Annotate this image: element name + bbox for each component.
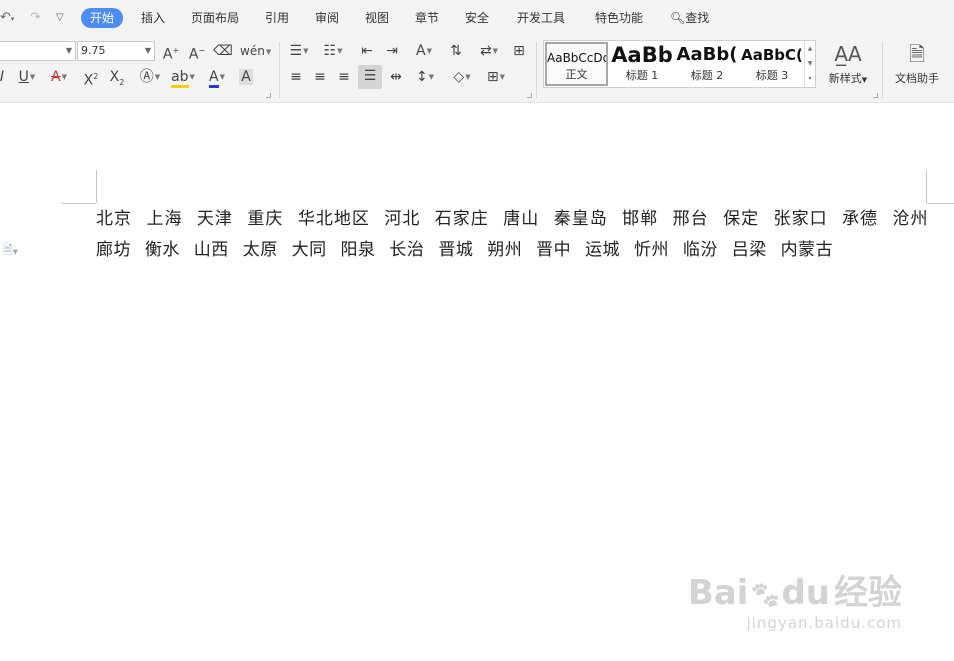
italic-icon[interactable]: I: [0, 66, 8, 88]
highlight-color-icon[interactable]: ab▼: [168, 66, 198, 88]
search-icon: 🔍︎: [670, 11, 686, 25]
redo-icon[interactable]: ↷: [30, 8, 41, 28]
tab-developer-tools[interactable]: 开发工具: [517, 9, 565, 27]
style-heading-3[interactable]: AaBbC( 标题 3: [740, 42, 804, 86]
tab-insert[interactable]: 插入: [141, 9, 165, 27]
align-center-icon[interactable]: ≡: [309, 66, 331, 88]
document-assistant-icon: 🗎: [908, 42, 926, 66]
tab-chapter[interactable]: 章节: [415, 9, 439, 27]
align-right-icon[interactable]: ≡: [333, 66, 355, 88]
bullet-list-icon[interactable]: ☰▼: [285, 40, 313, 62]
sort-icon[interactable]: ⇅: [445, 40, 467, 62]
style-heading-1[interactable]: AaBb 标题 1: [610, 42, 674, 86]
chevron-down-icon: ▼: [65, 46, 72, 55]
font-name-select[interactable]: ▼: [0, 41, 76, 61]
menu-bar: ↶▾ ↷ ▽ 开始 插入 页面布局 引用 审阅 视图 章节 安全 开发工具 特色…: [0, 0, 954, 36]
underline-icon[interactable]: U▼: [14, 66, 40, 88]
clear-format-icon[interactable]: ⌫: [212, 40, 234, 62]
gallery-scrollbar[interactable]: ▲ ▼ ▾: [804, 41, 815, 87]
distributed-align-icon[interactable]: ⇹: [385, 66, 407, 88]
paragraph-handle-icon[interactable]: 🗎▼: [3, 241, 18, 262]
strikethrough-icon[interactable]: A▼: [46, 66, 72, 88]
decrease-indent-icon[interactable]: ⇤: [356, 40, 378, 62]
watermark-brand: Bai: [687, 573, 749, 613]
borders-icon[interactable]: ⊞▼: [481, 66, 511, 88]
text-effect-icon[interactable]: Ⓐ▼: [136, 66, 164, 88]
show-hide-marks-icon[interactable]: ⇄▼: [474, 40, 504, 62]
align-left-icon[interactable]: ≡: [285, 66, 307, 88]
document-assistant-button[interactable]: 🗎 文档助手: [888, 42, 946, 86]
search-button[interactable]: 🔍︎查找: [670, 9, 709, 27]
paw-icon: 🐾︎: [748, 581, 782, 611]
subscript-icon[interactable]: X2: [106, 66, 128, 88]
search-label: 查找: [685, 11, 710, 25]
document-body-text[interactable]: 北京 上海 天津 重庆 华北地区 河北 石家庄 唐山 秦皇岛 邯郸 邢台 保定 …: [96, 204, 928, 266]
watermark-url: jingyan.baidu.com: [746, 614, 902, 632]
character-shading-icon[interactable]: A: [236, 66, 256, 88]
divider: [279, 42, 280, 98]
shrink-font-icon[interactable]: A−: [186, 40, 208, 63]
font-size-select[interactable]: 9.75 ▼: [77, 41, 155, 61]
style-normal[interactable]: AaBbCcDd 正文: [545, 42, 608, 86]
divider: [882, 42, 883, 98]
font-size-value: 9.75: [81, 44, 106, 57]
paragraph-shading-icon[interactable]: ◇▼: [447, 66, 477, 88]
undo-icon[interactable]: ↶▾: [0, 8, 14, 29]
ribbon-toolbar: ▼ 9.75 ▼ A+ A− ⌫ wén▼ I U▼ A▼ X2 X2 Ⓐ▼ ab…: [0, 36, 954, 103]
superscript-icon[interactable]: X2: [80, 66, 102, 89]
style-gallery: AaBbCcDd 正文 AaBb 标题 1 AaBb( 标题 2 AaBbC( …: [543, 40, 816, 88]
tab-page-layout[interactable]: 页面布局: [191, 9, 239, 27]
watermark-brand-cn: 经验: [834, 573, 902, 613]
grow-font-icon[interactable]: A+: [160, 40, 182, 63]
increase-indent-icon[interactable]: ⇥: [381, 40, 403, 62]
tab-view[interactable]: 视图: [365, 9, 389, 27]
font-dialog-launcher-icon[interactable]: [266, 93, 271, 98]
tab-references[interactable]: 引用: [265, 9, 289, 27]
tab-review[interactable]: 审阅: [315, 9, 339, 27]
margin-corner-mark: [926, 170, 927, 203]
table-grid-icon[interactable]: ⊞: [508, 40, 530, 62]
watermark-brand-du: du: [781, 573, 830, 613]
styles-dialog-launcher-icon[interactable]: [873, 93, 878, 98]
margin-corner-mark: [96, 170, 97, 203]
margin-corner-mark: [62, 203, 96, 204]
tab-home[interactable]: 开始: [81, 8, 124, 28]
new-style-button[interactable]: A̲A 新样式▼: [824, 42, 872, 86]
quick-access-dropdown-icon[interactable]: ▽: [56, 8, 64, 28]
tab-security[interactable]: 安全: [465, 9, 489, 27]
style-heading-2[interactable]: AaBb( 标题 2: [675, 42, 739, 86]
text-direction-icon[interactable]: A▼: [409, 40, 439, 62]
numbered-list-icon[interactable]: ☷▼: [318, 40, 348, 62]
justify-icon[interactable]: ☰: [358, 65, 382, 89]
tab-special-features[interactable]: 特色功能: [595, 9, 643, 27]
baidu-jingyan-watermark: Bai🐾︎du 经验 jingyan.baidu.com: [688, 575, 902, 632]
margin-corner-mark: [927, 203, 954, 204]
phonetic-guide-icon[interactable]: wén▼: [240, 40, 271, 62]
font-color-icon[interactable]: A▼: [203, 66, 231, 88]
line-spacing-icon[interactable]: ↕▼: [411, 66, 439, 88]
divider: [536, 42, 537, 98]
chevron-down-icon: ▼: [144, 46, 151, 55]
paragraph-dialog-launcher-icon[interactable]: [527, 93, 532, 98]
new-style-icon: A̲A: [834, 42, 862, 66]
